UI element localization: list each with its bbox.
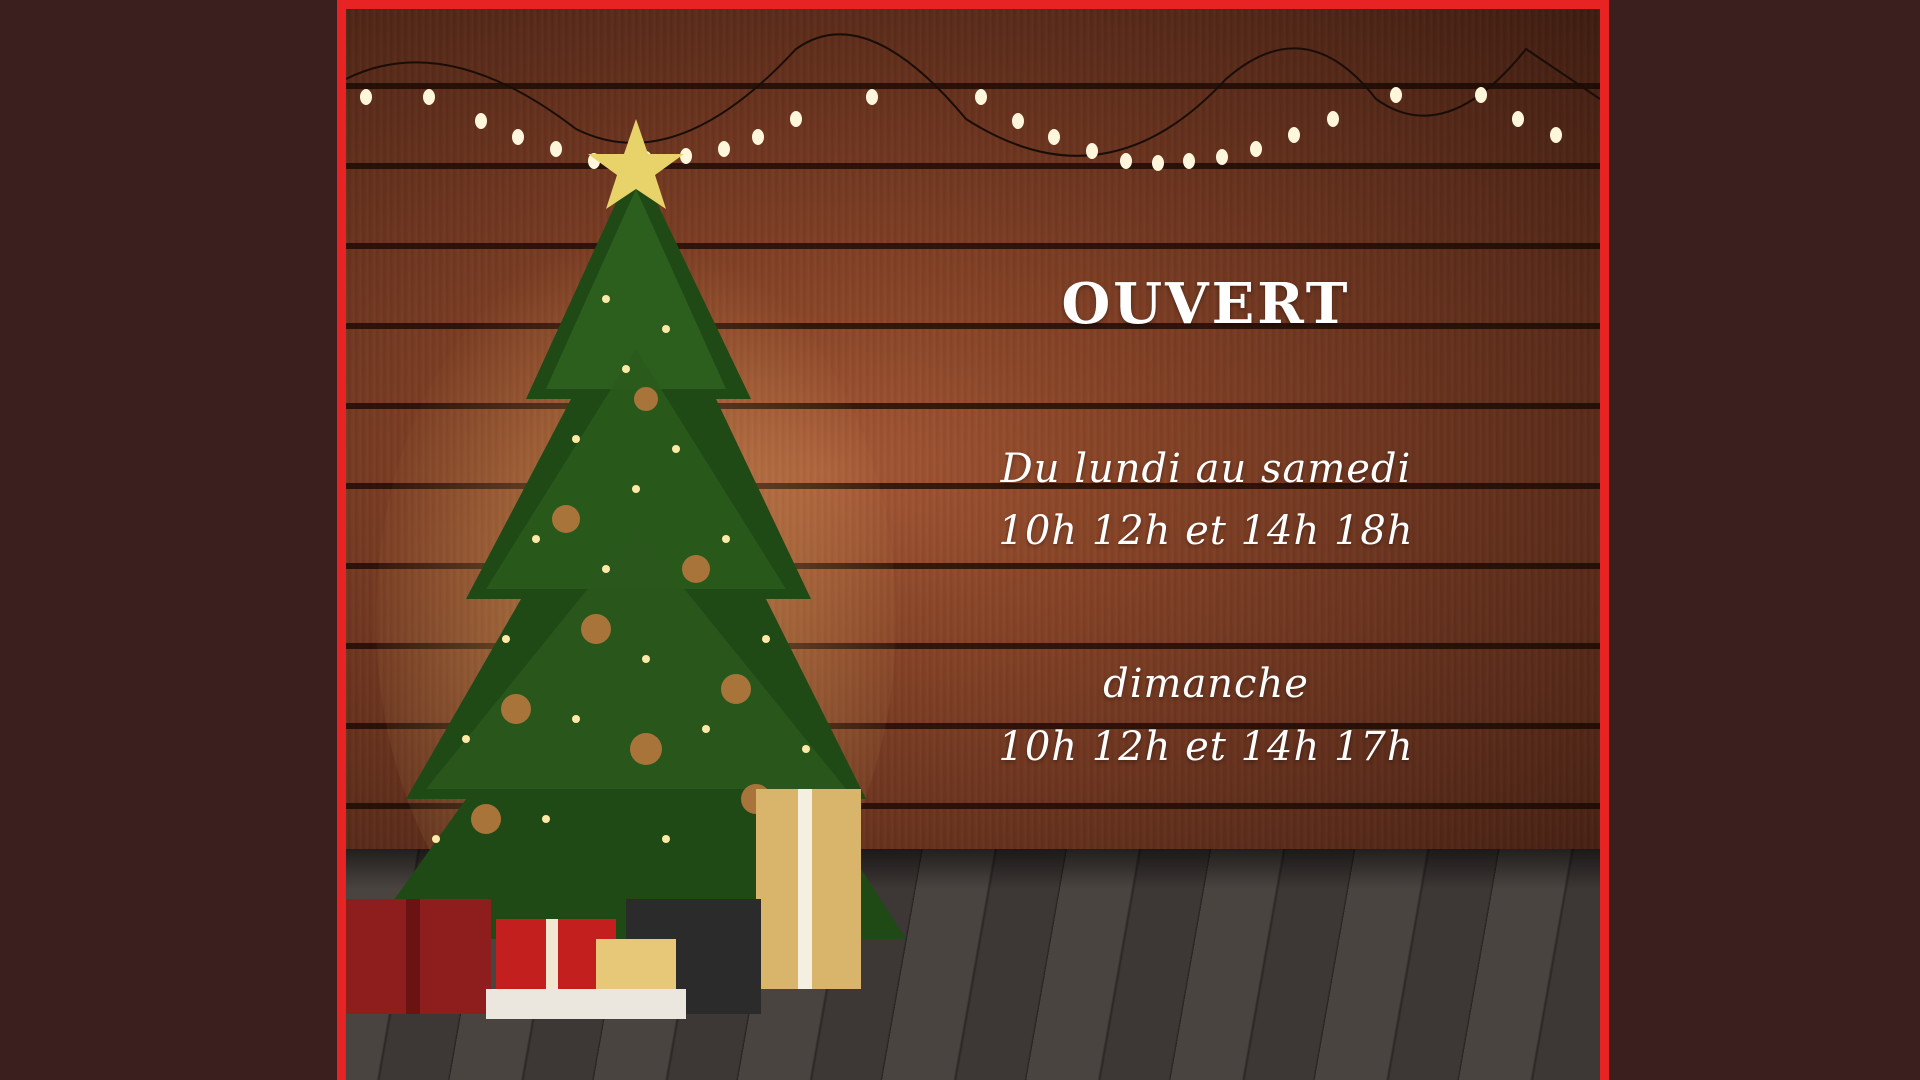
weekday-label: Du lundi au samedi bbox=[1000, 446, 1412, 492]
sunday-hours: 10h 12h et 14h 17h bbox=[998, 724, 1414, 770]
sunday-label: dimanche bbox=[1103, 661, 1309, 707]
christmas-tree-icon bbox=[346, 119, 906, 1019]
title: OUVERT bbox=[1061, 271, 1351, 337]
opening-hours-text: OUVERT Du lundi au samedi 10h 12h et 14h… bbox=[906, 9, 1506, 809]
poster-frame: OUVERT Du lundi au samedi 10h 12h et 14h… bbox=[337, 0, 1609, 1080]
weekday-hours: 10h 12h et 14h 18h bbox=[998, 508, 1414, 554]
